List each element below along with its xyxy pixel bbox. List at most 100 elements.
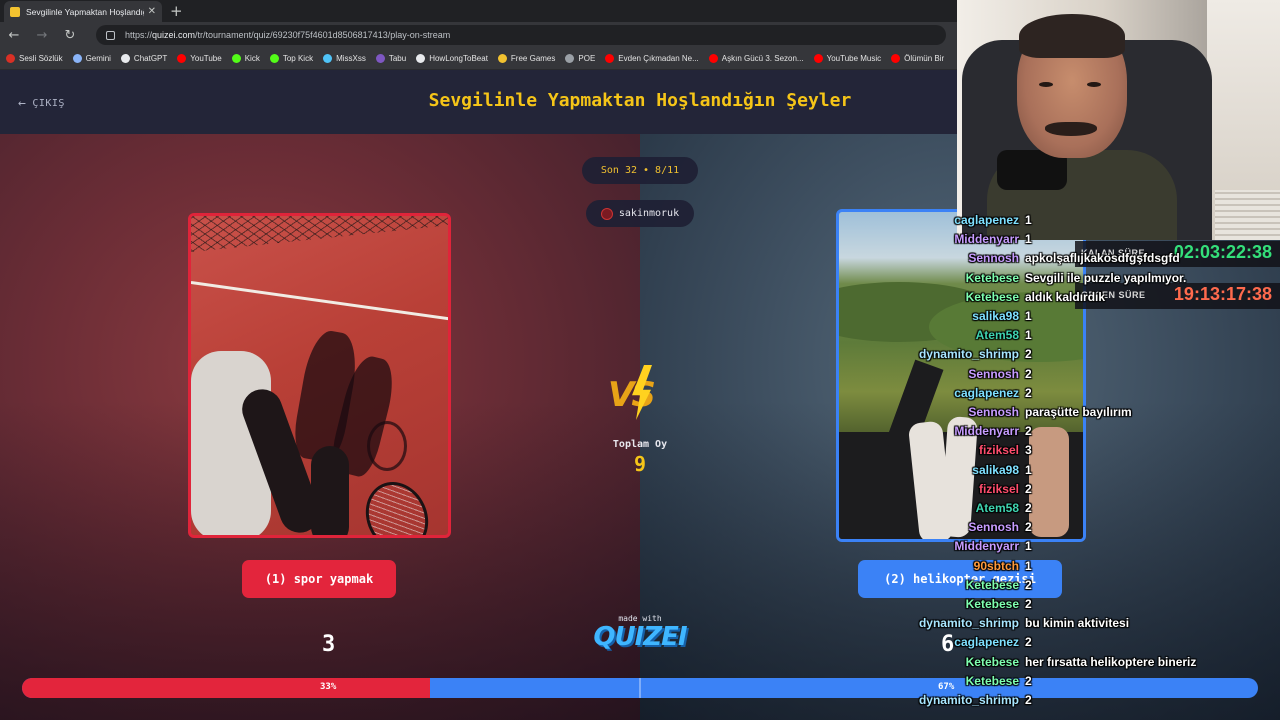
bookmark-item[interactable]: HowLongToBeat xyxy=(416,54,488,63)
chat-username: dynamito_shrimp xyxy=(918,693,1019,707)
progress-midline xyxy=(639,678,641,698)
url-scheme: https:// xyxy=(125,30,153,40)
bookmark-item[interactable]: POE xyxy=(565,54,595,63)
chat-message: salika98 1 xyxy=(900,463,1280,482)
chat-message: Ketebese her fırsatta helikoptere bineriz xyxy=(900,655,1280,674)
chat-text: 1 xyxy=(1025,213,1032,227)
court-line xyxy=(191,281,448,321)
bookmark-favicon-icon xyxy=(416,54,426,63)
bookmark-label: Top Kick xyxy=(282,54,314,63)
chat-text: bu kimin aktivitesi xyxy=(1025,616,1130,631)
address-bar[interactable]: https://quizei.com/tr/tournament/quiz/69… xyxy=(96,25,946,45)
chat-text: 1 xyxy=(1025,309,1032,323)
vs-badge: VS xyxy=(606,365,674,425)
back-arrow-icon[interactable]: ← xyxy=(0,28,28,43)
chat-username: salika98 xyxy=(972,462,1019,477)
chat-message: Ketebese 2 xyxy=(900,674,1280,693)
chat-text: 2 xyxy=(1025,501,1032,515)
chat-message: caglapenez 2 xyxy=(900,635,1280,654)
bookmark-item[interactable]: Evden Çıkmadan Ne... xyxy=(605,54,699,63)
option-left-button[interactable]: (1) spor yapmak xyxy=(242,560,396,598)
browser-tabbar: Sevgilinle Yapmaktan Hoşlandığın Şeyler … xyxy=(0,0,960,22)
streamer-eye xyxy=(1087,82,1101,87)
bookmark-label: Ölümün Bir xyxy=(904,54,945,63)
bookmark-item[interactable]: Tabu xyxy=(375,54,407,63)
racket-shadow xyxy=(367,421,407,471)
bookmark-item[interactable]: Gemini xyxy=(72,54,111,63)
chat-username: Middenyarr xyxy=(954,539,1019,554)
bookmark-item[interactable]: Kick xyxy=(231,54,260,63)
bookmark-favicon-icon xyxy=(6,54,15,63)
bookmark-item[interactable]: Aşkın Gücü 3. Sezon... xyxy=(708,54,804,63)
chat-text: 2 xyxy=(1025,693,1032,707)
new-tab-icon[interactable]: + xyxy=(170,2,183,20)
chat-message: Atem58 2 xyxy=(900,501,1280,520)
tab-close-icon[interactable]: ✕ xyxy=(148,6,156,17)
tab-title: Sevgilinle Yapmaktan Hoşlandığın Şeyler xyxy=(26,6,144,17)
chat-message: Middenyarr 1 xyxy=(900,539,1280,558)
bookmark-item[interactable]: YouTube xyxy=(177,54,222,63)
exit-button[interactable]: ← ÇIKIŞ xyxy=(18,96,65,111)
chat-text: 2 xyxy=(1025,481,1032,496)
bookmark-favicon-icon xyxy=(375,54,385,63)
chat-username: Ketebese xyxy=(965,654,1019,669)
bookmark-label: YouTube Music xyxy=(826,54,882,63)
round-indicator: Son 32 • 8/11 xyxy=(582,157,698,184)
option-left-percent: 33% xyxy=(320,682,337,692)
browser-toolbar: ← → ↻ https://quizei.com/tr/tournament/q… xyxy=(0,22,960,48)
bookmark-label: Sesli Sözlük xyxy=(19,54,63,63)
chat-username: salika98 xyxy=(972,309,1019,323)
bookmark-favicon-icon xyxy=(891,54,901,63)
forward-arrow-icon[interactable]: → xyxy=(28,28,56,43)
chat-message: Atem58 1 xyxy=(900,328,1280,347)
chat-text: 2 xyxy=(1025,577,1032,592)
bookmark-favicon-icon xyxy=(497,54,507,63)
chat-message: Ketebese 2 xyxy=(900,597,1280,616)
site-info-icon[interactable] xyxy=(106,30,115,40)
bookmark-label: HowLongToBeat xyxy=(429,54,488,63)
url-path: /tr/tournament/quiz/69230f75f4601d850681… xyxy=(195,30,451,40)
reload-icon[interactable]: ↻ xyxy=(56,28,84,43)
option-left-image[interactable] xyxy=(188,213,451,538)
bookmark-favicon-icon xyxy=(120,54,130,63)
chat-text: Sevgili ile puzzle yapılmıyor. xyxy=(1025,270,1187,285)
bookmark-item[interactable]: MissXss xyxy=(323,54,366,63)
chat-username: Ketebese xyxy=(965,577,1019,592)
chat-username: Middenyarr xyxy=(954,232,1019,247)
quizei-favicon-icon xyxy=(10,6,20,17)
person-leg xyxy=(311,446,349,535)
chat-username: Sennosh xyxy=(968,251,1019,266)
chat-text: 2 xyxy=(1025,385,1032,400)
chat-text: 3 xyxy=(1025,443,1032,458)
chat-text: 1 xyxy=(1025,558,1032,573)
bookmark-item[interactable]: Top Kick xyxy=(269,54,314,63)
bookmark-item[interactable]: Ölümün Bir xyxy=(891,54,944,63)
quizei-logo: QUIZEI xyxy=(593,622,687,652)
url-text: https://quizei.com/tr/tournament/quiz/69… xyxy=(125,30,450,40)
chat-username: Sennosh xyxy=(968,366,1019,381)
chat-text: her fırsatta helikoptere bineriz xyxy=(1025,654,1197,669)
chat-username: dynamito_shrimp xyxy=(918,347,1019,362)
total-votes-value: 9 xyxy=(633,452,647,476)
bookmark-favicon-icon xyxy=(231,54,241,63)
chat-text: apkolşaflıjkakösdfgşfdsgfd xyxy=(1025,251,1180,266)
chat-message: Ketebese aldık kaldırdık xyxy=(900,290,1280,309)
bookmark-favicon-icon xyxy=(813,54,823,63)
chat-username: Ketebese xyxy=(965,270,1019,285)
bookmark-label: YouTube xyxy=(190,54,222,63)
chat-text: 2 xyxy=(1025,347,1032,362)
browser-tab-active[interactable]: Sevgilinle Yapmaktan Hoşlandığın Şeyler … xyxy=(4,1,162,22)
bookmark-label: Tabu xyxy=(388,54,407,63)
chat-text: 1 xyxy=(1025,328,1032,343)
bookmark-item[interactable]: ChatGPT xyxy=(120,54,167,63)
bookmark-item[interactable]: YouTube Music xyxy=(813,54,882,63)
screen: Sevgilinle Yapmaktan Hoşlandığın Şeyler … xyxy=(0,0,1280,720)
bookmark-label: Evden Çıkmadan Ne... xyxy=(618,54,699,63)
chat-username: Ketebese xyxy=(965,289,1019,304)
chat-message: Middenyarr 1 xyxy=(900,232,1280,251)
bookmark-item[interactable]: Free Games xyxy=(497,54,555,63)
bookmark-favicon-icon xyxy=(269,54,279,63)
bookmark-item[interactable]: Sesli Sözlük xyxy=(6,54,63,63)
chat-username: dynamito_shrimp xyxy=(918,616,1019,631)
chat-message: Ketebese Sevgili ile puzzle yapılmıyor. xyxy=(900,271,1280,290)
